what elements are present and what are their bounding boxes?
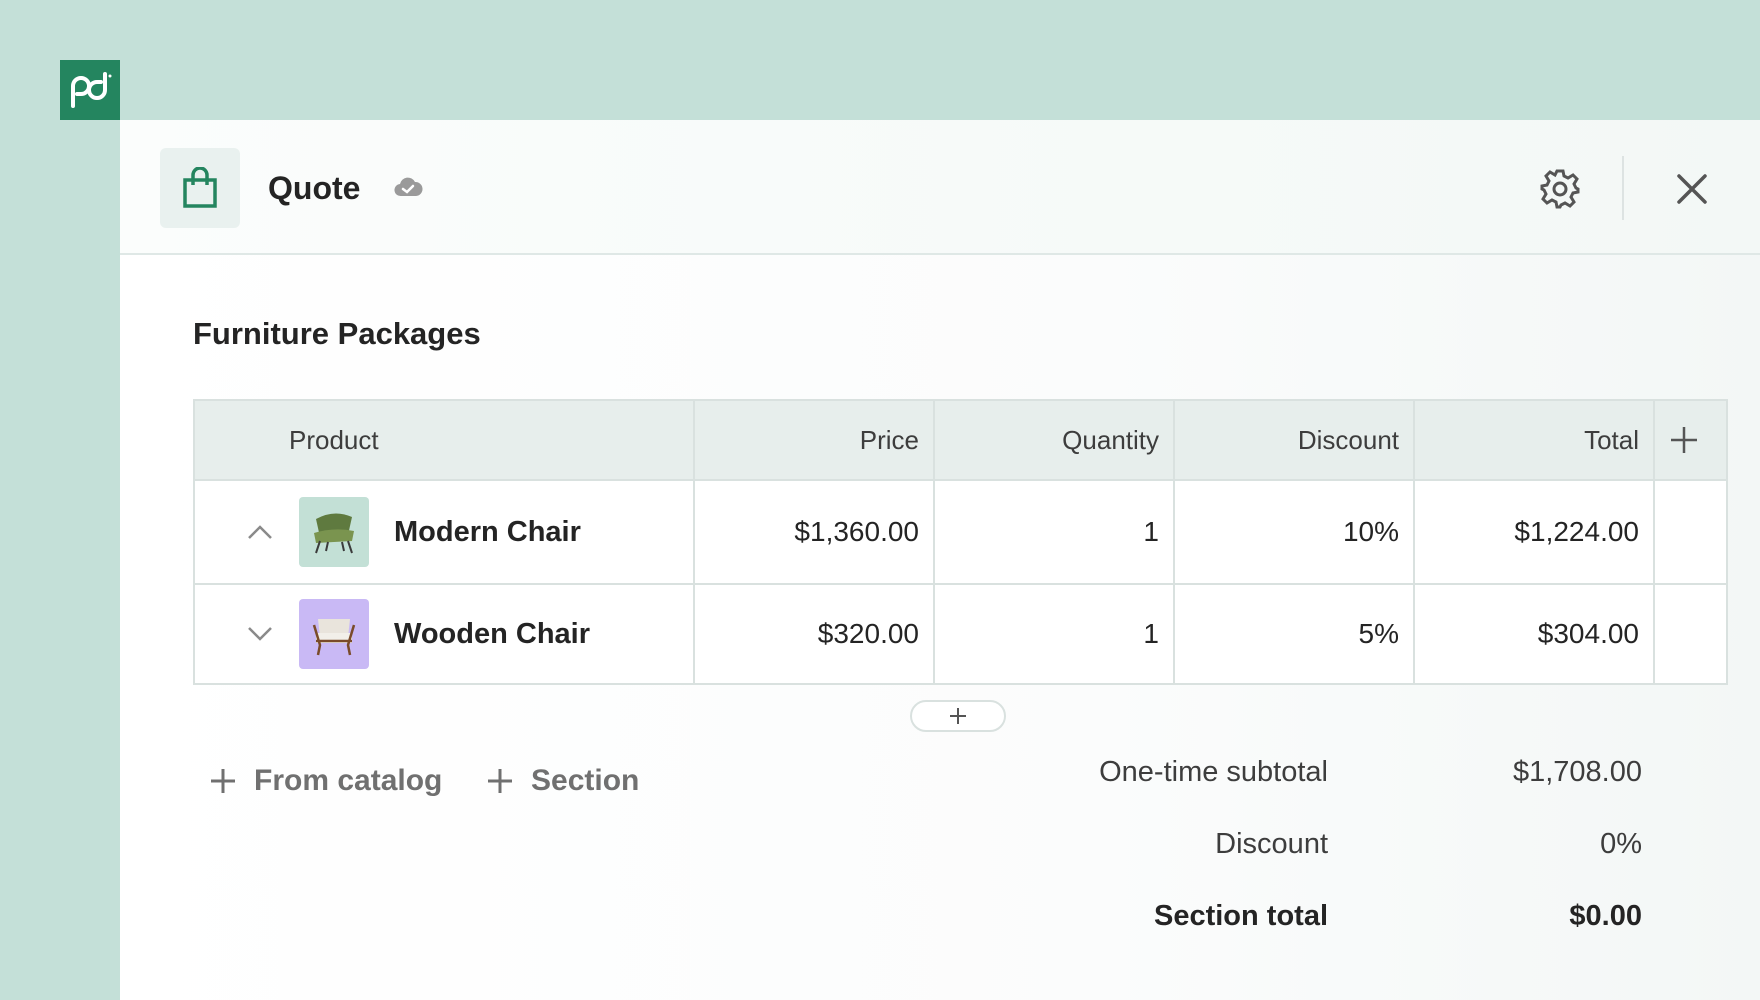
pandadoc-logo[interactable]: [60, 60, 120, 120]
header-divider: [1622, 156, 1624, 220]
close-button[interactable]: [1668, 165, 1716, 213]
column-header-discount[interactable]: Discount: [1173, 399, 1415, 481]
product-name: Wooden Chair: [394, 617, 591, 650]
column-header-product[interactable]: Product: [193, 399, 695, 481]
column-header-quantity[interactable]: Quantity: [933, 399, 1175, 481]
product-cell[interactable]: Modern Chair: [193, 479, 695, 585]
product-thumbnail: [299, 497, 369, 567]
column-header-price[interactable]: Price: [693, 399, 935, 481]
add-row-button[interactable]: [910, 700, 1006, 732]
table-header-row: Product Price Quantity Discount Total: [193, 399, 1728, 481]
section-total-value: $0.00: [1569, 900, 1642, 932]
table-row[interactable]: Modern Chair $1,360.00 1 10% $1,224.00: [193, 479, 1728, 585]
gear-icon: [1540, 169, 1580, 209]
empty-cell: [1653, 479, 1728, 585]
plus-icon: [950, 708, 966, 724]
add-section-label: Section: [531, 764, 640, 797]
total-cell: $1,224.00: [1413, 479, 1655, 585]
product-thumbnail: [299, 599, 369, 669]
add-column-button[interactable]: [1653, 399, 1728, 481]
chevron-up-icon[interactable]: [245, 517, 275, 547]
total-cell: $304.00: [1413, 583, 1655, 685]
discount-value[interactable]: 0%: [1600, 828, 1642, 861]
quote-title: Quote: [268, 170, 361, 206]
close-icon: [1677, 174, 1707, 204]
quantity-cell[interactable]: 1: [933, 479, 1175, 585]
plus-icon: [211, 769, 235, 793]
discount-cell[interactable]: 10%: [1173, 479, 1415, 585]
quote-panel: Quote Furniture Packages Product Price Q…: [120, 120, 1760, 1000]
empty-cell: [1653, 583, 1728, 685]
armchair-icon: [314, 513, 354, 554]
product-name: Modern Chair: [394, 515, 581, 548]
shopping-bag-icon: [183, 167, 217, 208]
pandadoc-logo-icon: [71, 72, 112, 108]
plus-icon: [1655, 425, 1712, 455]
settings-button[interactable]: [1536, 165, 1584, 213]
chevron-down-icon[interactable]: [245, 619, 275, 649]
discount-cell[interactable]: 5%: [1173, 583, 1415, 685]
cloud-check-icon: [393, 176, 423, 203]
quote-block-icon: [160, 148, 240, 228]
table-row[interactable]: Wooden Chair $320.00 1 5% $304.00: [193, 583, 1728, 685]
subtotal-value: $1,708.00: [1512, 756, 1642, 788]
plus-icon: [488, 769, 512, 793]
price-cell[interactable]: $320.00: [693, 583, 935, 685]
armchair-icon: [312, 619, 356, 656]
add-section-button[interactable]: Section: [487, 764, 639, 798]
column-header-total[interactable]: Total: [1413, 399, 1655, 481]
section-total-label: Section total: [1153, 900, 1328, 932]
add-from-catalog-label: From catalog: [254, 764, 443, 797]
quantity-cell[interactable]: 1: [933, 583, 1175, 685]
subtotal-label: One-time subtotal: [1099, 756, 1328, 788]
discount-label: Discount: [1215, 828, 1328, 860]
section-title: Furniture Packages: [193, 316, 481, 351]
price-cell[interactable]: $1,360.00: [693, 479, 935, 585]
product-cell[interactable]: Wooden Chair: [193, 583, 695, 685]
panel-header: Quote: [120, 120, 1760, 255]
add-from-catalog-button[interactable]: From catalog: [210, 764, 442, 798]
pricing-table: Product Price Quantity Discount Total Mo…: [193, 399, 1728, 685]
